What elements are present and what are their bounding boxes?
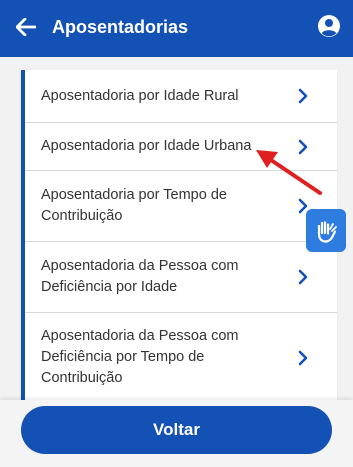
arrow-left-icon bbox=[16, 18, 36, 36]
content-area: Aposentadoria por Idade Rural Aposentado… bbox=[0, 57, 353, 400]
chevron-right-icon bbox=[298, 269, 308, 285]
list-item-label: Aposentadoria por Idade Urbana bbox=[41, 138, 252, 154]
list-item-label: Aposentadoria da Pessoa com Deficiência … bbox=[41, 258, 239, 295]
user-circle-icon bbox=[318, 15, 340, 37]
red-arrow-icon bbox=[256, 150, 322, 195]
list-item-idade-rural[interactable]: Aposentadoria por Idade Rural bbox=[25, 70, 337, 123]
list-item-label: Aposentadoria por Idade Rural bbox=[41, 87, 239, 104]
chevron-right-icon bbox=[298, 88, 308, 104]
hand-talk-icon bbox=[317, 220, 337, 243]
aposentadorias-list: Aposentadoria por Idade Rural Aposentado… bbox=[21, 70, 337, 400]
libras-accessibility-button[interactable] bbox=[306, 209, 346, 252]
app-bar: Aposentadorias bbox=[0, 0, 353, 57]
list-item-label: Aposentadoria da Pessoa com Deficiência … bbox=[41, 328, 239, 386]
back-button[interactable] bbox=[14, 14, 38, 40]
page-title: Aposentadorias bbox=[52, 17, 189, 37]
footer-bar: Voltar bbox=[0, 400, 353, 467]
list-item-pcd-tempo-contribuicao[interactable]: Aposentadoria da Pessoa com Deficiência … bbox=[25, 313, 337, 400]
list-item-pcd-idade[interactable]: Aposentadoria da Pessoa com Deficiência … bbox=[25, 242, 337, 313]
account-button[interactable] bbox=[317, 14, 341, 38]
voltar-button[interactable]: Voltar bbox=[21, 406, 332, 454]
chevron-right-icon bbox=[298, 350, 308, 365]
